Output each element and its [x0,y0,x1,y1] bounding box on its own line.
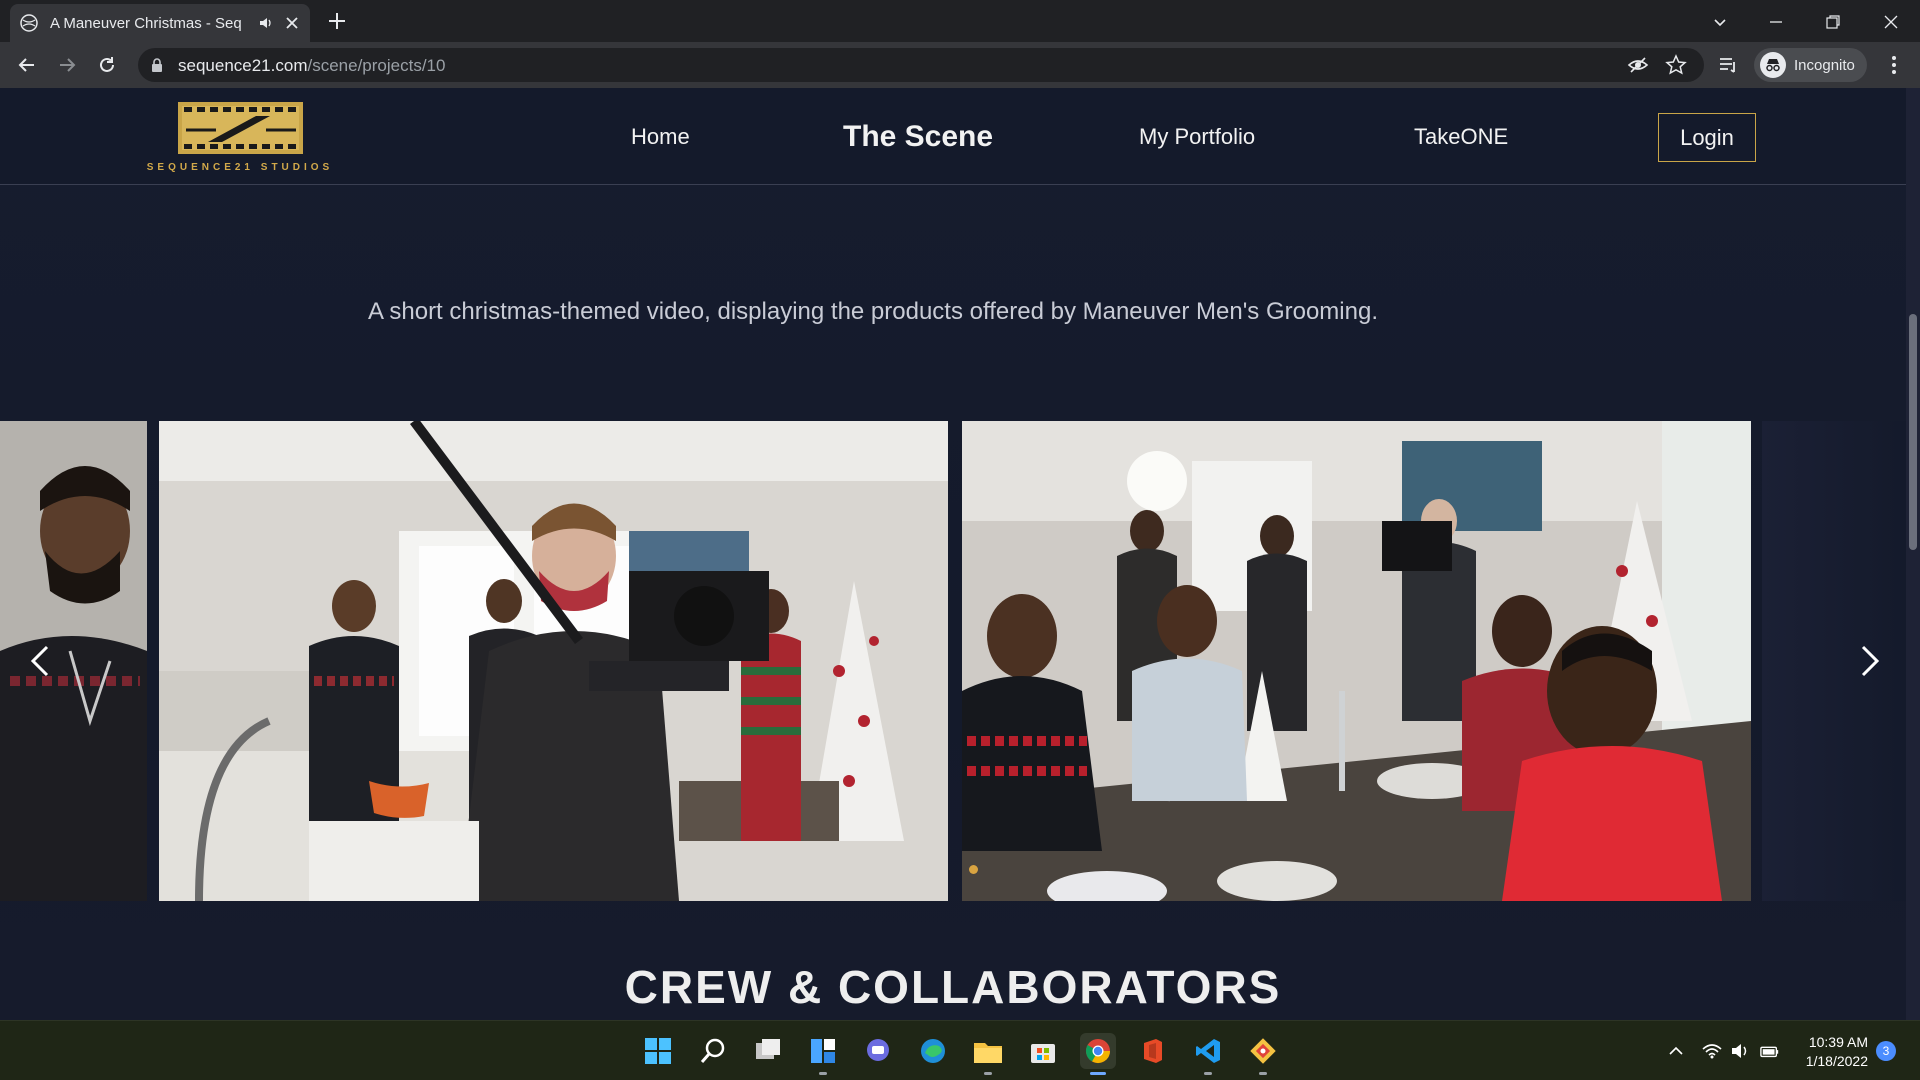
browser-tab-strip: A Maneuver Christmas - Seq [0,0,1920,42]
office-icon[interactable] [1135,1033,1171,1069]
speaker-icon[interactable] [258,15,274,31]
camera-operator-photo [159,421,948,901]
carousel-next-arrow-icon[interactable] [1850,636,1890,686]
minimize-icon[interactable] [1762,8,1790,36]
clock-date: 1/18/2022 [1805,1053,1868,1069]
new-tab-icon[interactable] [326,10,348,32]
site-logo[interactable]: SEQUENCE21 STUDIOS [140,102,340,174]
carousel-slide-1[interactable] [159,421,948,901]
start-icon[interactable] [640,1033,676,1069]
web-page: SEQUENCE21 STUDIOS Home The Scene My Por… [0,88,1906,1020]
carousel-slide-2[interactable] [962,421,1751,901]
taskbar: 10:39 AM 1/18/2022 3 [0,1020,1920,1080]
nav-the-scene[interactable]: The Scene [843,120,993,154]
nav-my-portfolio[interactable]: My Portfolio [1139,124,1255,150]
incognito-button[interactable]: Incognito [1754,48,1867,82]
chrome-icon[interactable] [1080,1033,1116,1075]
show-hidden-icons-icon[interactable] [1666,1041,1686,1061]
site-navbar: SEQUENCE21 STUDIOS Home The Scene My Por… [0,88,1906,185]
reload-icon[interactable] [95,53,119,77]
address-bar[interactable]: sequence21.com/scene/projects/10 [138,48,1704,82]
carousel-prev-arrow-icon[interactable] [20,636,60,686]
task-view-icon[interactable] [750,1033,786,1069]
lock-icon[interactable] [150,57,164,73]
browser-tab[interactable]: A Maneuver Christmas - Seq [10,4,310,42]
crew-section-heading: CREW & COLLABORATORS [624,961,1282,1013]
reading-list-icon[interactable] [1716,53,1740,77]
more-menu-icon[interactable] [1882,53,1906,77]
app-running-indicator [984,1072,992,1075]
incognito-icon [1760,52,1786,78]
scrollbar-thumb[interactable] [1909,314,1917,550]
vscode-icon[interactable] [1190,1033,1226,1075]
url-host: sequence21.com [178,56,308,75]
carousel-indicator-dot[interactable] [969,865,978,874]
logo-wordmark: SEQUENCE21 STUDIOS [146,162,334,173]
back-icon[interactable] [15,53,39,77]
url-path: /scene/projects/10 [307,56,446,75]
forward-icon[interactable] [55,53,79,77]
incognito-label: Incognito [1794,56,1855,74]
clock-time: 10:39 AM [1808,1034,1868,1050]
browser-toolbar: sequence21.com/scene/projects/10 Incogni… [0,42,1920,88]
eye-off-icon[interactable] [1627,54,1649,76]
tab-search-icon[interactable] [1706,8,1734,36]
git-icon[interactable] [1245,1033,1281,1075]
app-running-indicator [1204,1072,1212,1075]
app-running-indicator [1259,1072,1267,1075]
wifi-icon[interactable] [1702,1041,1722,1061]
store-icon[interactable] [1025,1033,1061,1069]
teams-chat-icon[interactable] [860,1033,896,1069]
page-scrollbar[interactable] [1906,88,1920,1020]
dinner-table-photo [962,421,1751,901]
close-window-icon[interactable] [1877,8,1905,36]
file-explorer-icon[interactable] [970,1033,1006,1075]
close-tab-icon[interactable] [284,15,300,31]
login-button[interactable]: Login [1658,113,1756,162]
film-logo-icon [178,102,303,154]
project-description: A short christmas-themed video, displayi… [368,298,1378,325]
battery-icon[interactable] [1760,1041,1780,1061]
restore-icon[interactable] [1819,8,1847,36]
widgets-icon[interactable] [805,1033,841,1075]
nav-home[interactable]: Home [631,124,690,150]
url-text[interactable]: sequence21.com/scene/projects/10 [178,56,445,76]
app-running-indicator [1090,1072,1106,1075]
nav-takeone[interactable]: TakeONE [1414,124,1508,150]
system-clock[interactable]: 10:39 AM 1/18/2022 [1790,1033,1868,1071]
globe-icon [20,14,38,32]
search-icon[interactable] [695,1033,731,1069]
app-running-indicator [819,1072,827,1075]
star-icon[interactable] [1665,54,1687,76]
edge-icon[interactable] [915,1033,951,1069]
volume-icon[interactable] [1730,1041,1750,1061]
notification-badge[interactable]: 3 [1876,1041,1896,1061]
tab-title: A Maneuver Christmas - Seq [50,14,242,32]
photo-carousel [0,421,1906,901]
